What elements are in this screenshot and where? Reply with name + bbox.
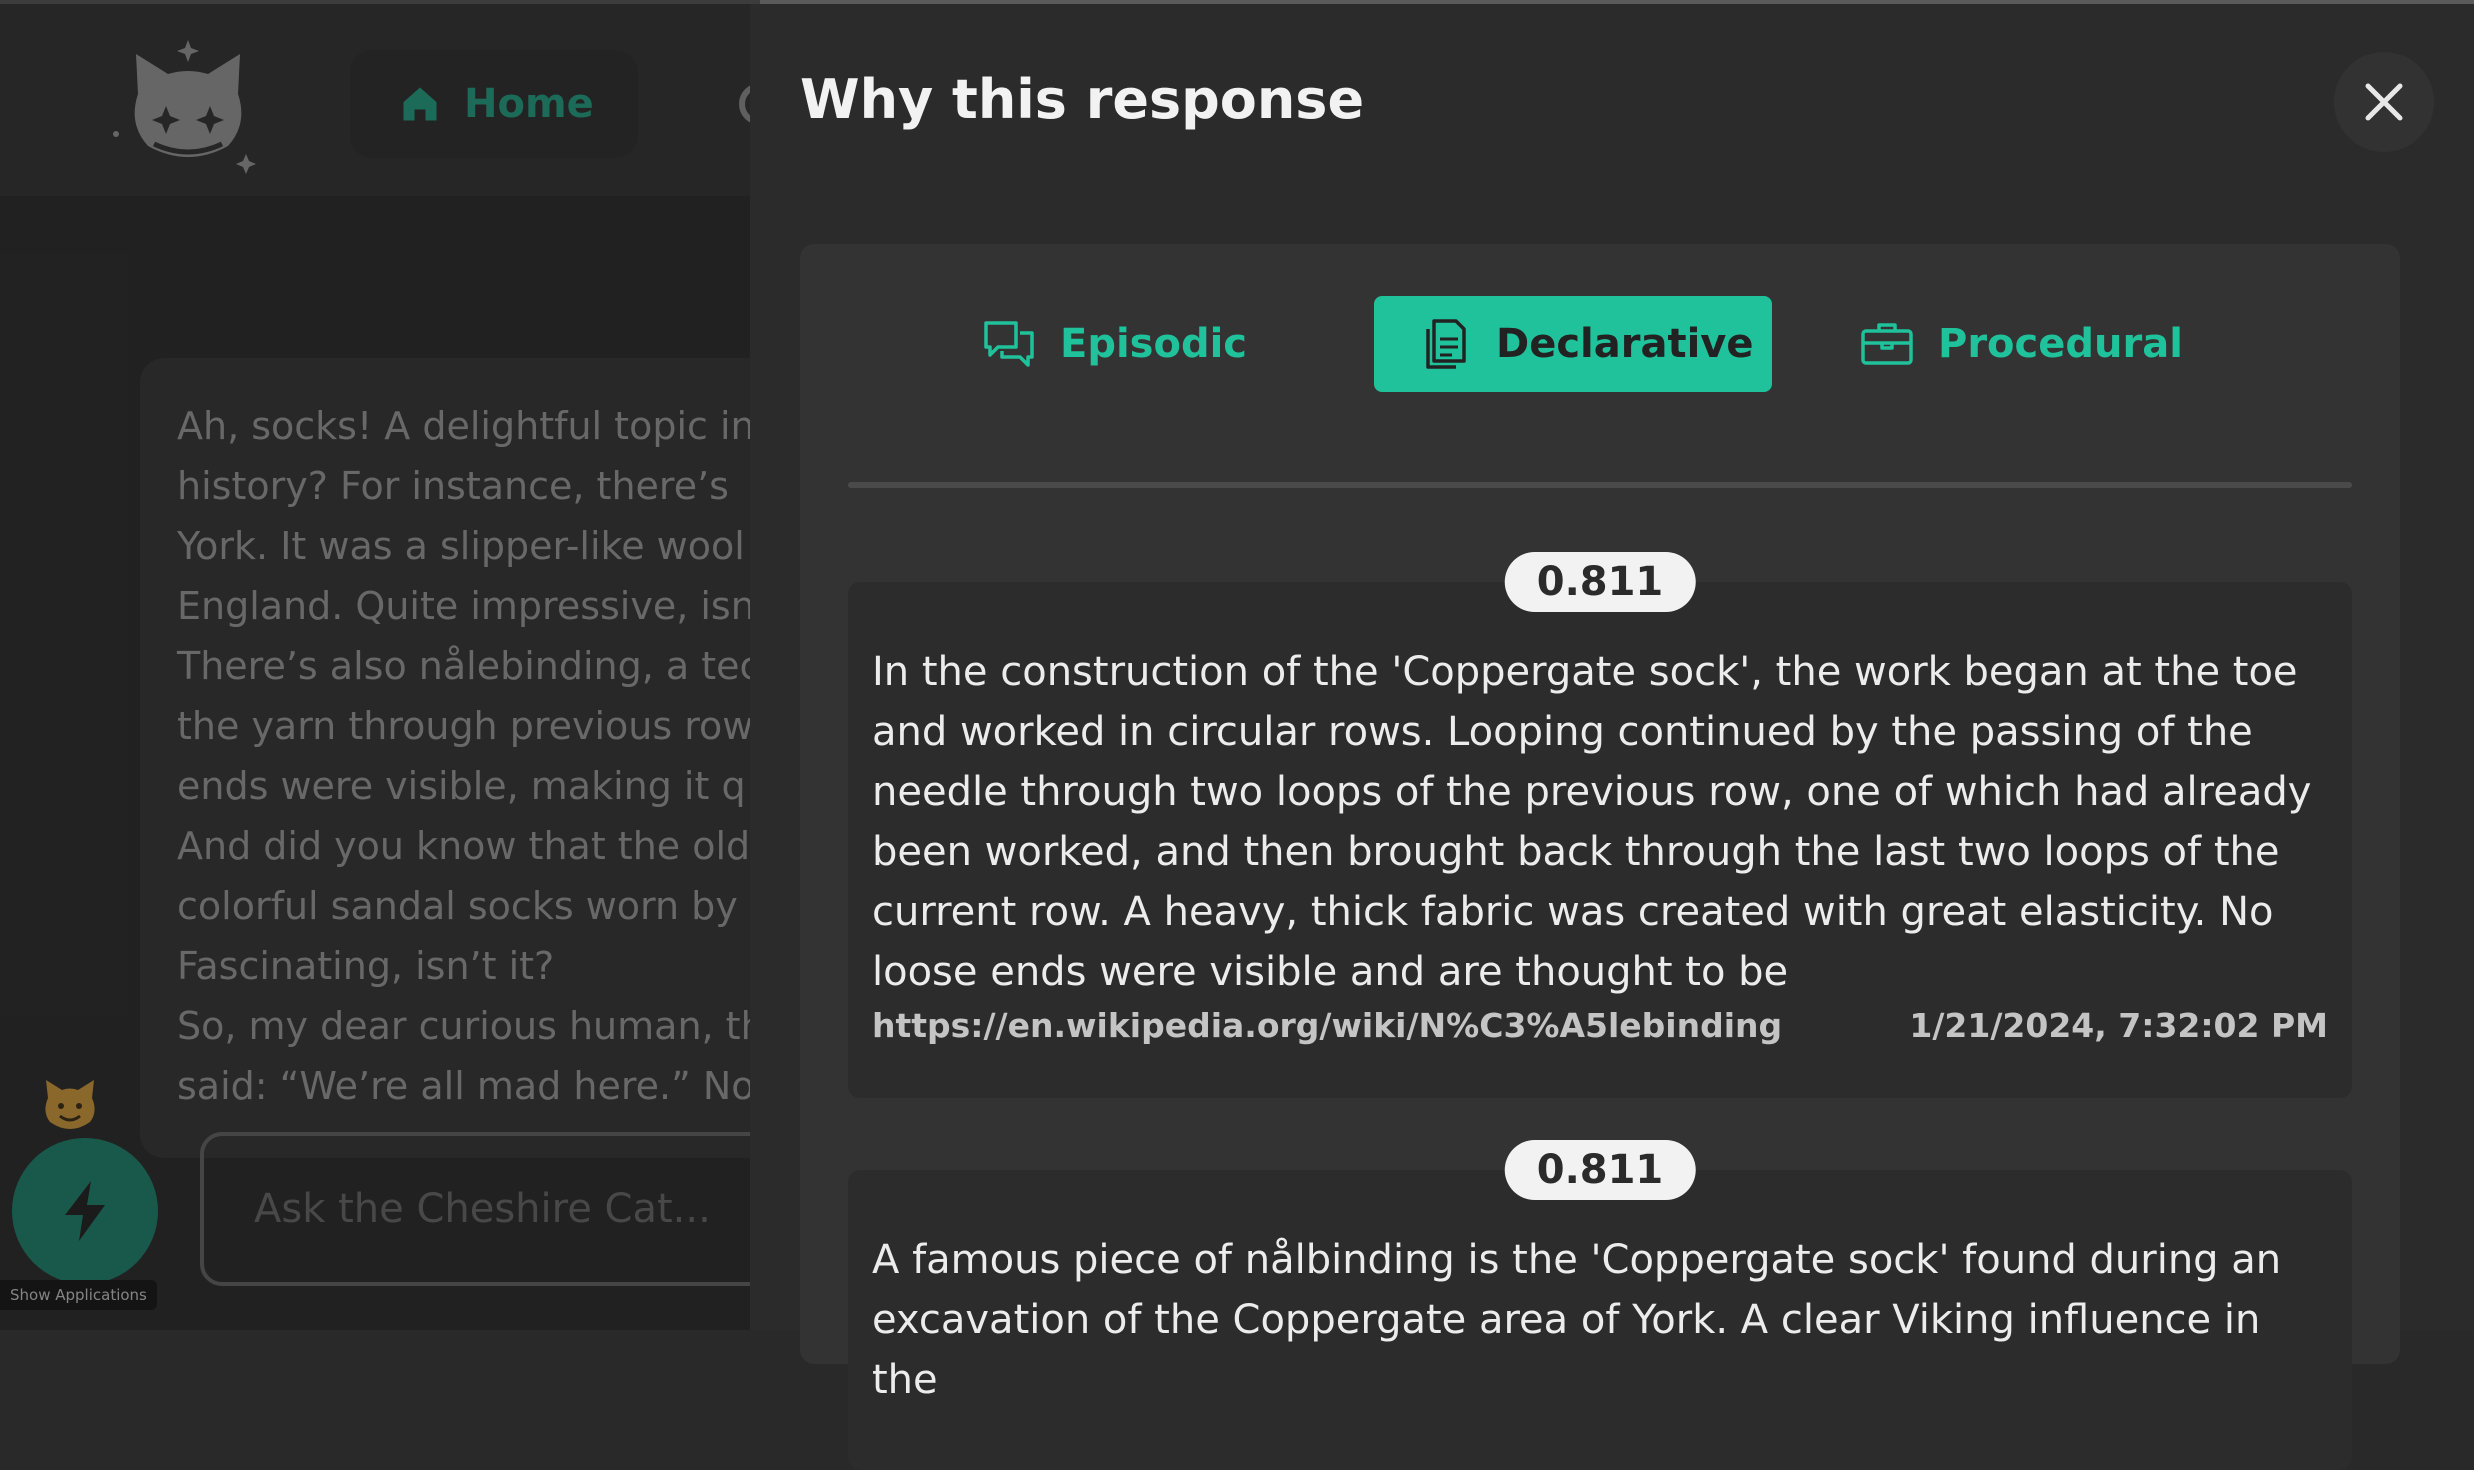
chat-message-bubble: Ah, socks! A delightful topic in history… (140, 358, 780, 1158)
similarity-score-badge: 0.811 (1504, 552, 1696, 612)
chat-message-line: Ah, socks! A delightful topic in (177, 404, 755, 448)
chat-message-line: said: “We’re all mad here.” Now (177, 1064, 780, 1108)
panel-title: Why this response (800, 68, 1365, 131)
home-icon (403, 87, 437, 121)
tab-episodic[interactable]: Episodic (982, 296, 1247, 392)
close-icon (2365, 83, 2403, 121)
chat-message-line: So, my dear curious human, th (177, 1004, 765, 1048)
chat-message-line: England. Quite impressive, isn (177, 584, 755, 628)
chat-message-line: There’s also nålebinding, a tec (177, 644, 761, 688)
chat-message-line: Fascinating, isn’t it? (177, 944, 555, 988)
chat-message-line: colorful sandal socks worn by (177, 884, 738, 928)
close-button[interactable] (2334, 52, 2434, 152)
show-applications-tooltip: Show Applications (0, 1280, 157, 1310)
documents-icon (1426, 319, 1466, 369)
tab-episodic-label: Episodic (1060, 321, 1248, 367)
memory-result-text: In the construction of the 'Coppergate s… (872, 649, 2312, 995)
lightning-icon (65, 1181, 105, 1241)
nav-home-button[interactable]: Home (350, 50, 638, 158)
chat-message-line: history? For instance, there’s (177, 464, 729, 508)
tab-declarative-label: Declarative (1496, 321, 1754, 367)
cheshire-cat-logo-icon[interactable] (108, 34, 268, 174)
memory-result-item: 0.811 A famous piece of nålbinding is th… (848, 1140, 2352, 1470)
memory-card: Episodic Declarative Procedural 0.811 In… (800, 244, 2400, 1470)
tabs-divider (848, 482, 2352, 488)
memory-result-item: 0.811 In the construction of the 'Copper… (848, 552, 2352, 1098)
why-this-response-panel: Why this response Episodic Declarative P… (750, 4, 2474, 1470)
tab-procedural[interactable]: Procedural (1860, 296, 2183, 392)
tab-procedural-label: Procedural (1938, 321, 2183, 367)
chat-input-placeholder: Ask the Cheshire Cat... (254, 1186, 711, 1232)
chat-input[interactable]: Ask the Cheshire Cat... (200, 1132, 820, 1286)
memory-result-text: A famous piece of nålbinding is the 'Cop… (872, 1237, 2282, 1403)
memory-source-url[interactable]: https://en.wikipedia.org/wiki/N%C3%A5leb… (872, 1006, 1782, 1045)
navbar: Home (0, 4, 760, 196)
chat-message-line: the yarn through previous row (177, 704, 754, 748)
similarity-score-badge: 0.811 (1504, 1140, 1696, 1200)
chat-message-line: York. It was a slipper-like wool (177, 524, 745, 568)
briefcase-icon (1861, 323, 1913, 365)
chat-message-line: ends were visible, making it q (177, 764, 746, 808)
chat-message-line: And did you know that the old (177, 824, 751, 868)
show-applications-button[interactable] (12, 1138, 158, 1284)
cat-emoji-icon (45, 1080, 95, 1129)
chat-bubbles-icon (984, 321, 1034, 367)
tab-declarative[interactable]: Declarative (1374, 296, 1772, 392)
memory-timestamp: 1/21/2024, 7:32:02 PM (1909, 1006, 2328, 1045)
memory-result-meta: https://en.wikipedia.org/wiki/N%C3%A5leb… (872, 1006, 2328, 1045)
nav-home-label: Home (464, 81, 594, 127)
